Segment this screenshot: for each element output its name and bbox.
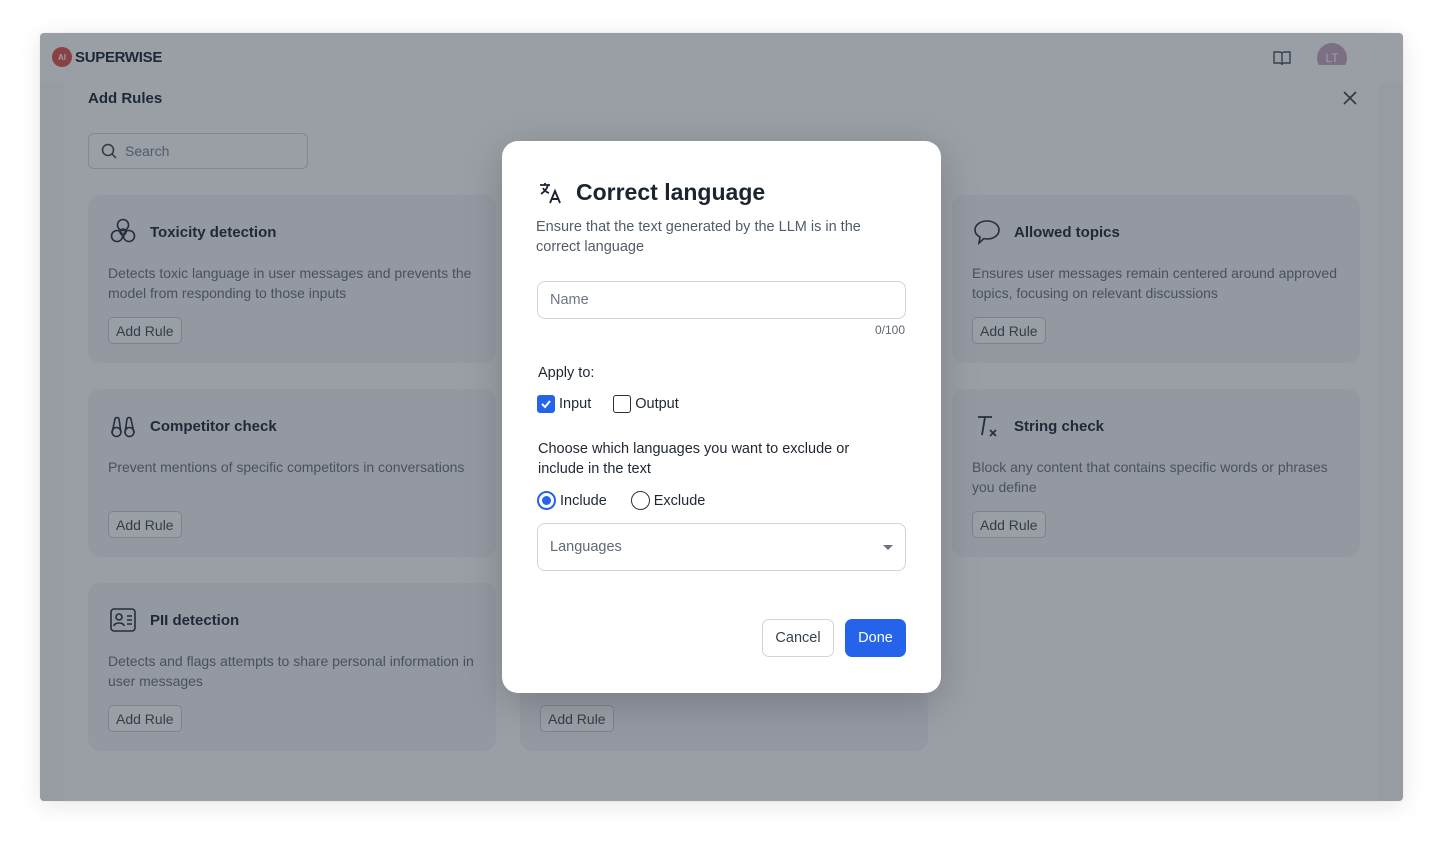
radio-selected[interactable] [537,491,556,510]
cancel-button[interactable]: Cancel [762,619,834,657]
translate-icon [540,182,561,203]
name-placeholder: Name [550,292,589,308]
mode-options: Include Exclude [537,491,705,510]
radio-label: Exclude [653,492,706,509]
character-counter: 0/100 [874,323,905,337]
languages-select[interactable]: Languages [537,523,906,571]
checkbox-checked[interactable] [537,395,555,413]
checkbox-label: Output [635,396,679,412]
check-icon [541,400,551,409]
radio-unselected[interactable] [630,491,650,510]
apply-to-label: Apply to: [538,365,595,381]
correct-language-dialog: Correct language Ensure that the text ge… [502,141,941,693]
dialog-title: Correct language [576,179,766,205]
radio-label: Include [560,492,607,509]
input-checkbox[interactable]: Input [537,395,591,413]
checkbox-label: Input [559,396,592,412]
dialog-subtitle: Ensure that the text generated by the LL… [536,219,861,255]
choose-languages-label: Choose which languages you want to exclu… [538,441,850,477]
output-checkbox[interactable]: Output [613,395,679,413]
apply-to-options: Input Output [537,395,679,413]
include-radio[interactable]: Include [537,491,607,510]
exclude-radio[interactable]: Exclude [630,491,706,510]
languages-placeholder: Languages [550,539,622,555]
checkbox-unchecked[interactable] [613,395,632,413]
done-button[interactable]: Done [845,619,906,657]
name-input[interactable]: Name [537,281,906,319]
caret-down-icon [883,544,893,550]
